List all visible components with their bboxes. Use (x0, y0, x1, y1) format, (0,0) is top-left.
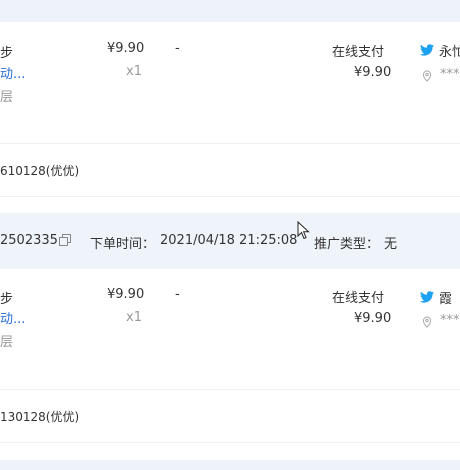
paid-amount: ¥9.90 (354, 311, 392, 326)
divider (0, 442, 460, 443)
buyer-address: *** (440, 313, 460, 328)
divider (0, 143, 460, 144)
buyer-name: 霞 (439, 292, 453, 307)
product-spec: 层 (0, 335, 14, 350)
mouse-cursor-icon (297, 221, 310, 240)
product-spec: 层 (0, 90, 14, 105)
product-title: 步 (0, 46, 14, 61)
bird-icon (420, 44, 434, 60)
order-header-band-bottom (0, 460, 460, 470)
location-pin-icon (421, 70, 433, 86)
discount: - (175, 41, 180, 56)
product-link[interactable]: 动... (0, 63, 25, 82)
divider (0, 196, 460, 197)
copy-icon[interactable] (59, 234, 72, 249)
product-link[interactable]: 动... (0, 308, 25, 327)
paid-amount: ¥9.90 (354, 65, 392, 80)
location-pin-icon (421, 316, 433, 332)
order-header-band-top (0, 0, 460, 22)
order-remark: 130128(优优) (0, 410, 80, 424)
product-title: 步 (0, 292, 14, 307)
buyer-address: *** (440, 67, 460, 82)
unit-price: ¥9.90 (107, 287, 145, 302)
promo-type: 无 (384, 237, 398, 252)
unit-price: ¥9.90 (107, 41, 145, 56)
promo-type-label: 推广类型： (314, 237, 380, 252)
payment-method: 在线支付 (332, 45, 385, 60)
bird-icon (420, 291, 434, 307)
quantity: x1 (126, 310, 142, 325)
divider (0, 389, 460, 390)
order-remark: 610128(优优) (0, 164, 80, 178)
order-number: 2502335 (0, 233, 58, 248)
buyer-name: 永忙 (439, 45, 460, 60)
quantity: x1 (126, 64, 142, 79)
discount: - (175, 287, 180, 302)
payment-method: 在线支付 (332, 291, 385, 306)
order-time: 2021/04/18 21:25:08 (160, 233, 298, 248)
order-time-label: 下单时间： (90, 237, 156, 252)
